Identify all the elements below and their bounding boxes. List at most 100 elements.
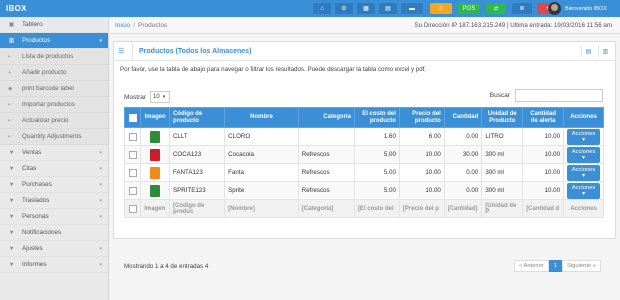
col-header[interactable]: El costo del producto <box>353 107 400 128</box>
select-all-header[interactable] <box>123 107 142 128</box>
cell-price: 10.00 <box>398 145 445 164</box>
sidebar-item-citas[interactable]: ♥ Citas ▾ <box>0 161 108 177</box>
col-header[interactable]: Precio del producto <box>398 107 445 128</box>
sidebar-icon: ♥ <box>9 181 14 188</box>
cogs-icon[interactable]: ⚙ <box>335 3 353 14</box>
sidebar-item-informes[interactable]: ♥ Informes ▾ <box>0 257 108 273</box>
pdf-export-icon[interactable]: ▥ <box>598 46 612 57</box>
search-input[interactable] <box>515 89 603 102</box>
chevron-down-icon: ▾ <box>99 165 102 172</box>
row-checkbox[interactable] <box>128 186 137 195</box>
prev-page-button[interactable]: « Anterior <box>513 260 549 272</box>
table-row[interactable]: COCA123 Cocacola Refrescos 5.00 10.00 30.00 30… <box>123 145 604 164</box>
table-header-row: Imagen Código de producto Nombre Categor… <box>123 107 604 128</box>
sidebar-item-ventas[interactable]: ♥ Ventas ▾ <box>0 145 108 161</box>
sidebar-item-productos[interactable]: ▥ Productos ▾ <box>0 33 108 49</box>
col-header[interactable]: Cantidad de alerta <box>522 107 565 128</box>
product-image[interactable] <box>150 148 161 161</box>
sidebar-item-personas[interactable]: ♥ Personas ▾ <box>0 209 108 225</box>
breadcrumb-home-link[interactable]: Inicio <box>115 22 130 29</box>
brand-logo[interactable]: IBOX <box>6 4 27 13</box>
sidebar-item-traslados[interactable]: ♥ Traslados ▾ <box>0 193 108 209</box>
footer-filter[interactable]: [Cantidad] <box>443 199 483 218</box>
footer-filter[interactable]: [Nombre] <box>224 199 299 218</box>
sidebar-subitem-quantity-adjustments[interactable]: ▪ Quantity Adjustments <box>0 129 108 145</box>
actions-button[interactable]: Acciones ▾ <box>567 128 600 145</box>
product-image[interactable] <box>150 184 161 197</box>
next-page-button[interactable]: Siguiente » <box>561 260 601 272</box>
row-checkbox[interactable] <box>128 150 137 159</box>
actions-button[interactable]: Acciones ▾ <box>567 164 600 181</box>
sidebar-subitem-lista-de-productos[interactable]: ▪ Lista de productos <box>0 49 108 65</box>
footer-filter[interactable]: [Código de produc <box>168 199 226 218</box>
calculator-icon[interactable]: ▤ <box>379 3 397 14</box>
footer-filter[interactable]: [Cantidad d <box>522 199 565 218</box>
chevron-down-icon: ▾ <box>162 94 166 100</box>
products-panel: ☰ Productos (Todos los Almacenes) ▤ ▥ Po… <box>113 41 616 272</box>
flag-icon[interactable]: ▬ <box>401 3 423 14</box>
actions-button[interactable]: Acciones ▾ <box>567 146 600 163</box>
cell-code: COCA123 <box>168 145 226 164</box>
sidebar-subitem-actualizar-precio[interactable]: ▪ Actualizar precio <box>0 113 108 129</box>
table-row[interactable]: CLLT CLORO 1.60 6.00 0.00 LITRO 10.00 Acciones … <box>123 127 604 146</box>
cell-qty: 0.00 <box>443 163 483 182</box>
cell-alert: 10.00 <box>522 127 565 146</box>
home-icon[interactable]: ⌂ <box>313 3 331 14</box>
list-icon[interactable]: ≣ <box>512 3 532 14</box>
cell-code: SPRITE123 <box>168 181 226 200</box>
calendar-icon[interactable]: ▦ <box>357 3 375 14</box>
sidebar-subitem-añadir-producto[interactable]: + Añadir producto <box>0 65 108 81</box>
product-image[interactable] <box>150 130 161 143</box>
chevron-down-icon: ▾ <box>99 261 102 268</box>
footer-filter[interactable]: [Unidad de P <box>481 199 524 218</box>
page-1-button[interactable]: 1 <box>548 260 562 272</box>
row-checkbox[interactable] <box>128 132 137 141</box>
row-checkbox[interactable] <box>128 168 137 177</box>
sidebar-item-label: Personas <box>22 213 49 220</box>
actions-button[interactable]: Acciones ▾ <box>567 182 600 199</box>
sidebar-item-label: Citas <box>22 165 37 172</box>
footer-filter[interactable]: [El costo del <box>353 199 400 218</box>
footer-checkbox-cell <box>123 199 142 218</box>
chevron-down-icon: ▾ <box>99 181 102 188</box>
shuffle-icon[interactable]: ⇄ <box>486 3 506 14</box>
sidebar-item-ajustes[interactable]: ♥ Ajustes ▾ <box>0 241 108 257</box>
actions-cell: Acciones ▾ <box>563 163 604 182</box>
sidebar-subitem-label: Añadir producto <box>22 69 67 76</box>
user-menu[interactable]: Bienvenido IBOX <box>548 0 607 17</box>
table-row[interactable]: SPRITE123 Sprite Refrescos 5.00 10.00 0.00 300… <box>123 181 604 200</box>
col-header[interactable]: Cantidad <box>443 107 483 128</box>
sidebar-subitem-print-barcode-label[interactable]: ◆ print barcode label <box>0 81 108 97</box>
table-row[interactable]: FANTA123 Fanta Refrescos 5.00 10.00 0.00 300 m… <box>123 163 604 182</box>
sidebar-icon: ▣ <box>8 22 15 28</box>
footer-filter[interactable]: [Categoría] <box>297 199 355 218</box>
sidebar-item-notificaciones[interactable]: ♥ Notificaciones <box>0 225 108 241</box>
cell-alert: 10.00 <box>522 181 565 200</box>
col-header[interactable]: Categoría <box>297 107 355 128</box>
table-info: Mostrando 1 a 4 de entradas 4 <box>124 263 209 270</box>
footer-filter[interactable]: [Precio del p <box>398 199 445 218</box>
sidebar-subitem-importar-productos[interactable]: ▪ Importar productos <box>0 97 108 113</box>
footer-checkbox[interactable] <box>128 204 137 213</box>
sidebar-item-label: Ajustes <box>22 245 43 252</box>
cell-cost: 5.00 <box>353 163 400 182</box>
excel-export-icon[interactable]: ▤ <box>581 46 595 57</box>
col-header[interactable]: Nombre <box>224 107 299 128</box>
pos-button[interactable]: POS <box>458 3 480 14</box>
sidebar-icon: ♥ <box>9 149 14 156</box>
page-length-select[interactable]: 10 ▾ <box>150 91 171 103</box>
warning-icon[interactable]: ⚠ <box>430 3 452 14</box>
sidebar-item-purchases[interactable]: ♥ Purchases ▾ <box>0 177 108 193</box>
sidebar-item-tablero[interactable]: ▣ Tablero <box>0 17 108 33</box>
select-all-checkbox[interactable] <box>128 113 137 122</box>
sidebar-subitem-label: Importar productos <box>22 101 75 108</box>
product-image[interactable] <box>150 166 161 179</box>
col-header[interactable]: Imagen <box>140 107 170 128</box>
sidebar-item-label: Productos <box>22 37 51 44</box>
col-header[interactable]: Código de producto <box>168 107 226 128</box>
sidebar-subitem-label: print barcode label <box>22 85 74 92</box>
col-header[interactable]: Unidad de Producto <box>481 107 524 128</box>
show-label: Mostrar <box>124 93 147 101</box>
list-icon[interactable]: ☰ <box>118 47 128 55</box>
sidebar-icon: ♥ <box>9 213 14 220</box>
